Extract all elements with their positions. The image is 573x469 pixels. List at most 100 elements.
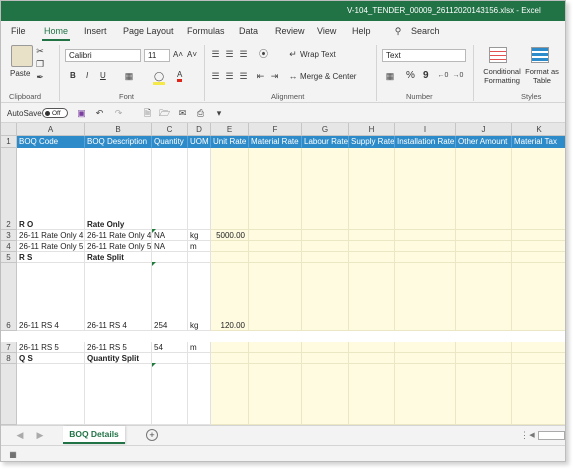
wrap-text-button[interactable]: Wrap Text bbox=[300, 50, 336, 59]
font-size-select[interactable]: 11 bbox=[144, 49, 170, 62]
cell-blank[interactable] bbox=[456, 364, 512, 425]
cell-a7[interactable]: 26-11 RS 5 bbox=[17, 342, 85, 353]
cell-i2[interactable] bbox=[395, 148, 456, 230]
decrease-indent-icon[interactable]: ⇤ bbox=[255, 70, 266, 82]
add-sheet-icon[interactable]: + bbox=[146, 429, 158, 441]
tab-review[interactable]: Review bbox=[275, 26, 305, 36]
row-header-3[interactable]: 3 bbox=[1, 230, 17, 241]
top-align-icon[interactable]: ☰ bbox=[210, 48, 221, 60]
cell-k8[interactable] bbox=[512, 353, 565, 364]
redo-icon[interactable]: ↷ bbox=[113, 107, 124, 119]
cell-f6[interactable] bbox=[249, 263, 302, 331]
header-cell-supply-rate[interactable]: Supply Rate bbox=[349, 136, 395, 148]
cell-c2[interactable] bbox=[152, 148, 188, 230]
row-header-7[interactable]: 7 bbox=[1, 342, 17, 353]
cell-h5[interactable] bbox=[349, 252, 395, 263]
tab-file[interactable]: File bbox=[11, 26, 26, 36]
tab-help[interactable]: Help bbox=[352, 26, 371, 36]
cell-b3[interactable]: 26-11 Rate Only 4 bbox=[85, 230, 152, 241]
row-header-1[interactable]: 1 bbox=[1, 136, 17, 148]
column-header-c[interactable]: C bbox=[152, 123, 188, 136]
spreadsheet-grid[interactable]: A B C D E F G H I J K 1 BOQ Code BOQ Des… bbox=[1, 123, 565, 425]
cell-f5[interactable] bbox=[249, 252, 302, 263]
header-cell-quantity[interactable]: Quantity bbox=[152, 136, 188, 148]
more-options-icon[interactable]: ⋮ bbox=[520, 429, 529, 441]
percent-button[interactable]: % bbox=[406, 70, 415, 81]
cell-b6[interactable]: 26-11 RS 4 bbox=[85, 263, 152, 331]
cell-a2[interactable]: R O bbox=[17, 148, 85, 230]
cell-h8[interactable] bbox=[349, 353, 395, 364]
cell-f2[interactable] bbox=[249, 148, 302, 230]
cell-f3[interactable] bbox=[249, 230, 302, 241]
cell-j3[interactable] bbox=[456, 230, 512, 241]
cell-d6[interactable]: kg bbox=[188, 263, 211, 331]
open-folder-icon[interactable]: 🗁 bbox=[159, 107, 170, 119]
cell-k4[interactable] bbox=[512, 241, 565, 252]
merge-center-button[interactable]: Merge & Center bbox=[300, 72, 356, 81]
cell-i8[interactable] bbox=[395, 353, 456, 364]
row-header-5[interactable]: 5 bbox=[1, 252, 17, 263]
row-header-8[interactable]: 8 bbox=[1, 353, 17, 364]
column-header-h[interactable]: H bbox=[349, 123, 395, 136]
cell-j2[interactable] bbox=[456, 148, 512, 230]
cell-k6[interactable] bbox=[512, 263, 565, 331]
fill-color-icon[interactable]: ◯ bbox=[153, 70, 165, 85]
column-header-k[interactable]: K bbox=[512, 123, 565, 136]
comma-button[interactable]: 9 bbox=[423, 70, 429, 81]
paste-icon[interactable] bbox=[11, 45, 33, 67]
cell-a8[interactable]: Q S bbox=[17, 353, 85, 364]
cell-j7[interactable] bbox=[456, 342, 512, 353]
tab-page-layout[interactable]: Page Layout bbox=[123, 26, 174, 36]
cell-g6[interactable] bbox=[302, 263, 349, 331]
column-header-g[interactable]: G bbox=[302, 123, 349, 136]
header-cell-other-amount[interactable]: Other Amount bbox=[456, 136, 512, 148]
header-cell-uom[interactable]: UOM bbox=[188, 136, 211, 148]
cell-blank[interactable] bbox=[349, 364, 395, 425]
cell-blank[interactable] bbox=[188, 364, 211, 425]
cell-b8[interactable]: Quantity Split bbox=[85, 353, 152, 364]
undo-icon[interactable]: ↶ bbox=[94, 107, 105, 119]
cell-blank[interactable] bbox=[249, 364, 302, 425]
search-icon[interactable]: ⚲ bbox=[393, 25, 403, 37]
cell-blank[interactable] bbox=[152, 364, 188, 425]
align-right-icon[interactable]: ☰ bbox=[238, 70, 249, 82]
cell-j8[interactable] bbox=[456, 353, 512, 364]
column-header-f[interactable]: F bbox=[249, 123, 302, 136]
cell-e8[interactable] bbox=[211, 353, 249, 364]
cell-i5[interactable] bbox=[395, 252, 456, 263]
cell-i3[interactable] bbox=[395, 230, 456, 241]
italic-button[interactable]: I bbox=[86, 71, 88, 80]
orientation-icon[interactable]: ⦿ bbox=[258, 48, 269, 60]
bottom-align-icon[interactable]: ☰ bbox=[238, 48, 249, 60]
cell-f4[interactable] bbox=[249, 241, 302, 252]
cell-f7[interactable] bbox=[249, 342, 302, 353]
autosave-toggle[interactable]: Off bbox=[42, 108, 68, 118]
borders-icon[interactable]: ▦ bbox=[123, 70, 135, 82]
number-format-select[interactable]: Text bbox=[382, 49, 466, 62]
column-header-a[interactable]: A bbox=[17, 123, 85, 136]
tab-home[interactable]: Home bbox=[41, 26, 71, 41]
cell-b2[interactable]: Rate Only bbox=[85, 148, 152, 230]
cell-e6[interactable]: 120.00 bbox=[211, 263, 249, 331]
cell-j5[interactable] bbox=[456, 252, 512, 263]
cell-blank[interactable] bbox=[302, 364, 349, 425]
cell-d7[interactable]: m bbox=[188, 342, 211, 353]
cell-i4[interactable] bbox=[395, 241, 456, 252]
cell-e2[interactable] bbox=[211, 148, 249, 230]
cell-g8[interactable] bbox=[302, 353, 349, 364]
cell-b5[interactable]: Rate Split bbox=[85, 252, 152, 263]
row-header-blank[interactable] bbox=[1, 364, 17, 425]
header-cell-labour-rate[interactable]: Labour Rate bbox=[302, 136, 349, 148]
cell-e7[interactable] bbox=[211, 342, 249, 353]
tab-data[interactable]: Data bbox=[239, 26, 258, 36]
cell-c3[interactable]: NA bbox=[152, 230, 188, 241]
search-box[interactable]: Search bbox=[411, 26, 440, 36]
cell-d4[interactable]: m bbox=[188, 241, 211, 252]
header-cell-boq-code[interactable]: BOQ Code bbox=[17, 136, 85, 148]
cell-h6[interactable] bbox=[349, 263, 395, 331]
cell-e5[interactable] bbox=[211, 252, 249, 263]
cell-g5[interactable] bbox=[302, 252, 349, 263]
shrink-font-button[interactable]: A˅ bbox=[187, 50, 197, 59]
print-icon[interactable]: ⎙ bbox=[195, 107, 206, 119]
new-file-icon[interactable]: 🗎 bbox=[142, 107, 153, 119]
